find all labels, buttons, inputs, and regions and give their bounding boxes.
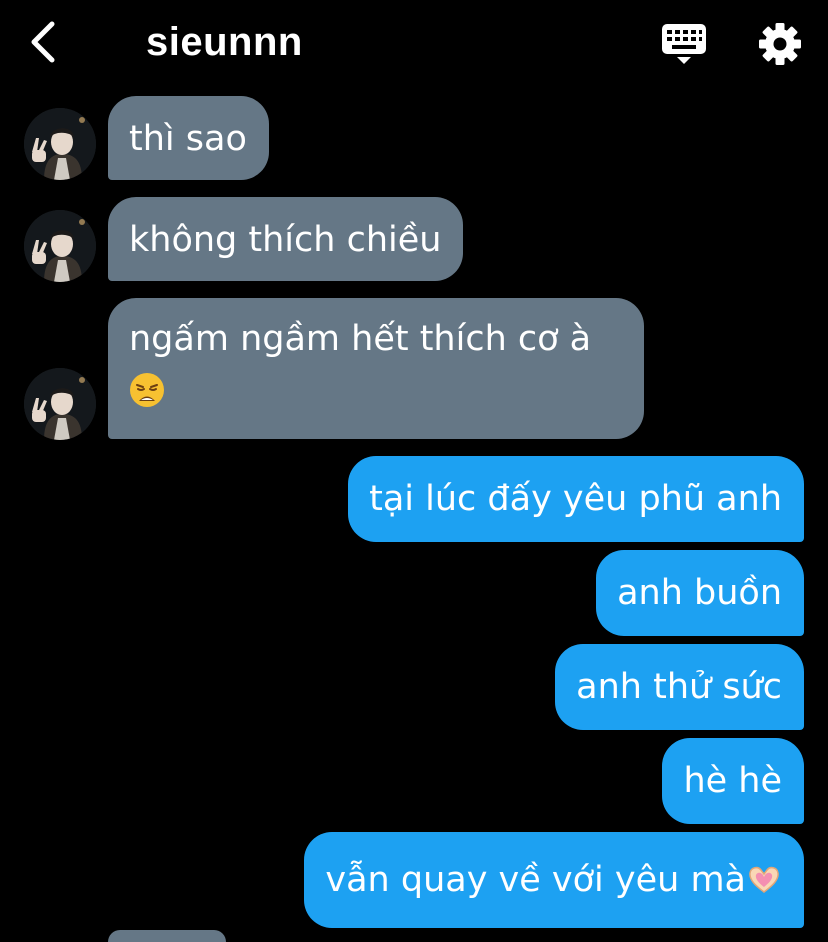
avatar[interactable] <box>24 368 96 440</box>
message-bubble-incoming[interactable]: thì sao <box>108 96 269 180</box>
message-bubble-outgoing[interactable]: anh thử sức <box>555 644 804 730</box>
chevron-left-icon <box>31 21 55 63</box>
heart-hands-emoji <box>749 866 779 893</box>
keyboard-button[interactable] <box>660 22 708 66</box>
back-button[interactable] <box>22 18 66 66</box>
profile-photo <box>24 368 96 440</box>
message-text: anh buồn <box>617 573 782 613</box>
avatar[interactable] <box>24 210 96 282</box>
message-text: vẫn quay về với yêu mà <box>325 860 746 900</box>
message-text: anh thử sức <box>576 667 782 707</box>
message-text: tại lúc đấy yêu phũ anh <box>369 479 782 519</box>
message-bubble-incoming[interactable]: ngấm ngầm hết thích cơ à <box>108 298 644 439</box>
message-text: không thích chiều <box>129 220 442 260</box>
avatar[interactable] <box>24 108 96 180</box>
conversation-title[interactable]: sieunnn <box>146 14 303 70</box>
next-message-bubble-edge <box>108 930 226 942</box>
weary-face-emoji <box>130 373 164 407</box>
profile-photo <box>24 108 96 180</box>
keyboard-icon <box>662 24 706 64</box>
message-text: ngấm ngầm hết thích cơ à <box>129 319 592 359</box>
message-text: hè hè <box>683 761 782 801</box>
message-bubble-outgoing[interactable]: tại lúc đấy yêu phũ anh <box>348 456 804 542</box>
settings-button[interactable] <box>756 20 804 68</box>
message-bubble-outgoing[interactable]: anh buồn <box>596 550 804 636</box>
message-text: thì sao <box>129 119 247 159</box>
message-bubble-incoming[interactable]: không thích chiều <box>108 197 464 281</box>
message-bubble-outgoing[interactable]: hè hè <box>662 738 804 824</box>
chat-header: sieunnn <box>0 0 828 88</box>
profile-photo <box>24 210 96 282</box>
gear-icon <box>759 23 801 65</box>
message-bubble-outgoing[interactable]: vẫn quay về với yêu mà <box>304 832 804 928</box>
